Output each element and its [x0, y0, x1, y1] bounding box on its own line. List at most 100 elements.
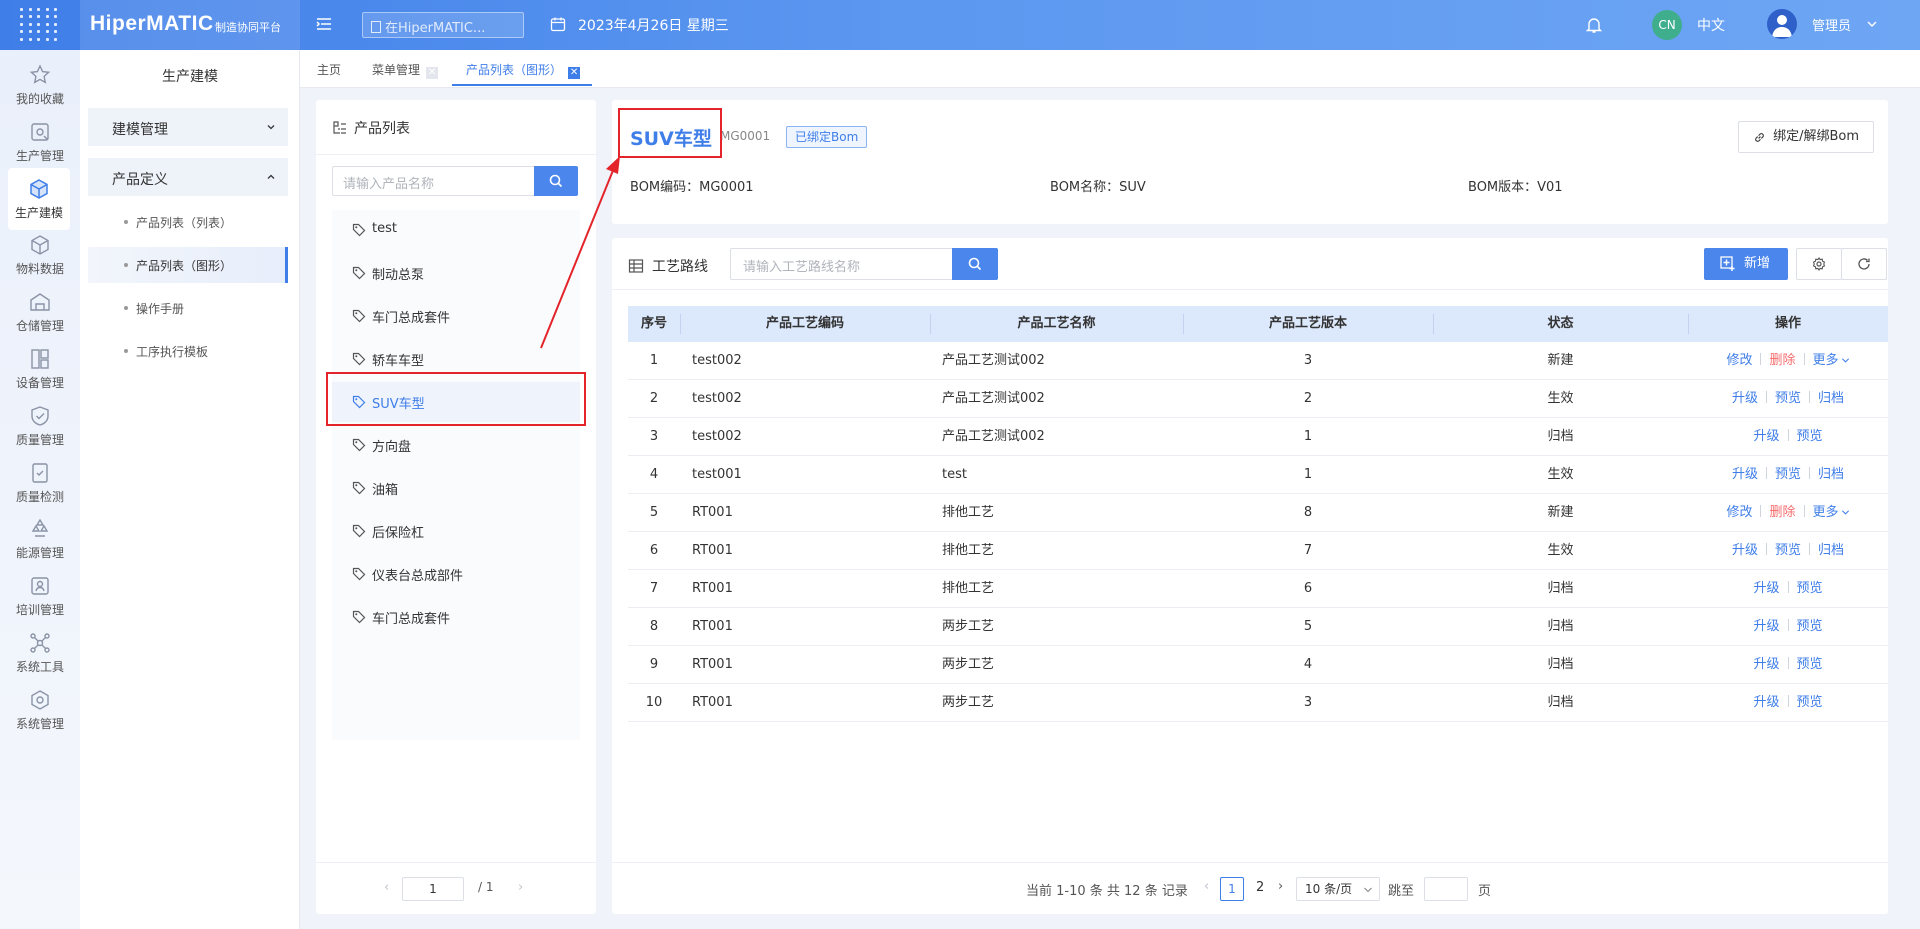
prev-page-icon[interactable]: ‹ [1204, 879, 1209, 894]
product-list-item[interactable]: 仪表台总成部件 [332, 554, 580, 594]
preview-link[interactable]: 预览 [1797, 695, 1823, 710]
menu-group-modeling[interactable]: 建模管理 [88, 108, 288, 146]
product-search-button[interactable] [534, 166, 578, 196]
next-page-icon[interactable]: › [1278, 879, 1283, 894]
nav-item-cube[interactable]: 生产建模 [8, 167, 70, 230]
tab-menu-management[interactable]: 菜单管理 ✕ [372, 61, 439, 79]
global-search-input[interactable]: 在HiperMATIC... [362, 12, 524, 38]
page-size-select[interactable]: 10 条/页 [1296, 877, 1380, 901]
page-1-button[interactable]: 1 [1220, 877, 1244, 901]
upgrade-link[interactable]: 升级 [1732, 391, 1758, 406]
cell-version: 3 [1303, 353, 1313, 368]
tag-icon [352, 481, 366, 495]
nav-item-tools[interactable]: 系统工具 [0, 622, 80, 684]
preview-link[interactable]: 预览 [1775, 467, 1801, 482]
refresh-button[interactable] [1841, 248, 1887, 280]
column-separator [1433, 314, 1434, 334]
archive-link[interactable]: 归档 [1818, 543, 1844, 558]
upgrade-link[interactable]: 升级 [1753, 619, 1779, 634]
nav-item-quality[interactable]: 质量管理 [0, 395, 80, 457]
product-list-item[interactable]: 油箱 [332, 468, 580, 508]
grid-dot [54, 8, 58, 11]
menu-group-product-definition[interactable]: 产品定义 [88, 158, 288, 196]
product-list-item[interactable]: 方向盘 [332, 425, 580, 465]
edit-link[interactable]: 修改 [1726, 505, 1752, 520]
next-page-icon[interactable]: › [518, 880, 523, 895]
cell-version: 4 [1303, 657, 1313, 672]
jump-page-input[interactable] [1424, 877, 1468, 901]
product-list-item[interactable]: 后保险杠 [332, 511, 580, 551]
cell-version: 7 [1303, 543, 1313, 558]
product-search-input[interactable]: 请输入产品名称 [332, 166, 534, 196]
edit-link[interactable]: 修改 [1726, 353, 1752, 368]
nav-item-material[interactable]: 物料数据 [0, 224, 80, 286]
preview-link[interactable]: 预览 [1775, 391, 1801, 406]
bind-bom-button[interactable]: 绑定/解绑Bom [1738, 121, 1874, 153]
menu-toggle-icon[interactable] [314, 14, 334, 34]
action-separator [1765, 391, 1767, 403]
more-link[interactable]: 更多 [1813, 353, 1839, 368]
upgrade-link[interactable]: 升级 [1753, 581, 1779, 596]
nav-item-energy[interactable]: 能源管理 [0, 508, 80, 570]
route-search-button[interactable] [952, 248, 998, 280]
menu-item-operation-manual[interactable]: 操作手册 [88, 290, 288, 326]
tag-icon [352, 352, 366, 366]
menu-item-product-list-table[interactable]: 产品列表（列表） [88, 204, 288, 240]
menu-item-process-template[interactable]: 工序执行模板 [88, 333, 288, 369]
upgrade-link[interactable]: 升级 [1753, 695, 1779, 710]
nav-item-inspection[interactable]: 质量检测 [0, 452, 80, 514]
table-row: 5 RT001 排他工艺 8 新建 修改 删除 更多 [628, 494, 1888, 532]
language-badge[interactable]: CN [1652, 10, 1682, 40]
preview-link[interactable]: 预览 [1797, 429, 1823, 444]
nav-item-star[interactable]: 我的收藏 [0, 54, 80, 116]
nav-item-system[interactable]: 系统管理 [0, 679, 80, 741]
more-link[interactable]: 更多 [1813, 505, 1839, 520]
route-search-input[interactable]: 请输入工艺路线名称 [730, 248, 952, 280]
close-icon[interactable]: ✕ [426, 67, 439, 79]
preview-link[interactable]: 预览 [1797, 581, 1823, 596]
prev-page-icon[interactable]: ‹ [384, 880, 389, 895]
user-avatar[interactable] [1767, 9, 1797, 39]
tab-product-list-graphic[interactable]: 产品列表（图形） ✕ [466, 61, 581, 79]
product-list-item[interactable]: 车门总成套件 [332, 597, 580, 637]
delete-link[interactable]: 删除 [1769, 353, 1795, 368]
preview-link[interactable]: 预览 [1775, 543, 1801, 558]
preview-link[interactable]: 预览 [1797, 657, 1823, 672]
add-route-button[interactable]: 新增 [1704, 248, 1788, 280]
nav-item-warehouse[interactable]: 仓储管理 [0, 281, 80, 343]
archive-link[interactable]: 归档 [1818, 391, 1844, 406]
chevron-down-icon[interactable] [1866, 18, 1878, 30]
delete-link[interactable]: 删除 [1769, 505, 1795, 520]
training-icon [31, 577, 49, 595]
product-list-item[interactable]: 车门总成套件 [332, 296, 580, 336]
upgrade-link[interactable]: 升级 [1732, 467, 1758, 482]
language-label[interactable]: 中文 [1697, 15, 1725, 35]
chevron-down-icon[interactable] [1841, 356, 1850, 365]
nav-item-training[interactable]: 培训管理 [0, 565, 80, 627]
menu-item-product-list-graphic[interactable]: 产品列表（图形） [88, 247, 288, 283]
upgrade-link[interactable]: 升级 [1732, 543, 1758, 558]
warehouse-icon [30, 293, 50, 311]
page-2-button[interactable]: 2 [1256, 880, 1264, 895]
row-actions: 升级 预览 [1688, 608, 1888, 646]
preview-link[interactable]: 预览 [1797, 619, 1823, 634]
page-number-input[interactable]: 1 [402, 877, 464, 901]
tab-home[interactable]: 主页 [317, 61, 341, 78]
chevron-down-icon[interactable] [1841, 508, 1850, 517]
bell-icon[interactable] [1585, 16, 1603, 34]
nav-item-production[interactable]: 生产管理 [0, 111, 80, 173]
close-icon[interactable]: ✕ [568, 67, 581, 79]
app-grid-icon[interactable] [20, 8, 60, 42]
product-list-item[interactable]: test [332, 210, 580, 250]
settings-button[interactable] [1796, 248, 1842, 280]
system-icon [31, 689, 49, 710]
product-list-item[interactable]: 制动总泵 [332, 253, 580, 293]
menu-item-label: 操作手册 [136, 302, 185, 316]
grid-dot [45, 37, 49, 41]
user-name[interactable]: 管理员 [1812, 15, 1851, 34]
cell-no: 2 [649, 391, 659, 406]
nav-item-device[interactable]: 设备管理 [0, 338, 80, 400]
archive-link[interactable]: 归档 [1818, 467, 1844, 482]
upgrade-link[interactable]: 升级 [1753, 657, 1779, 672]
upgrade-link[interactable]: 升级 [1753, 429, 1779, 444]
